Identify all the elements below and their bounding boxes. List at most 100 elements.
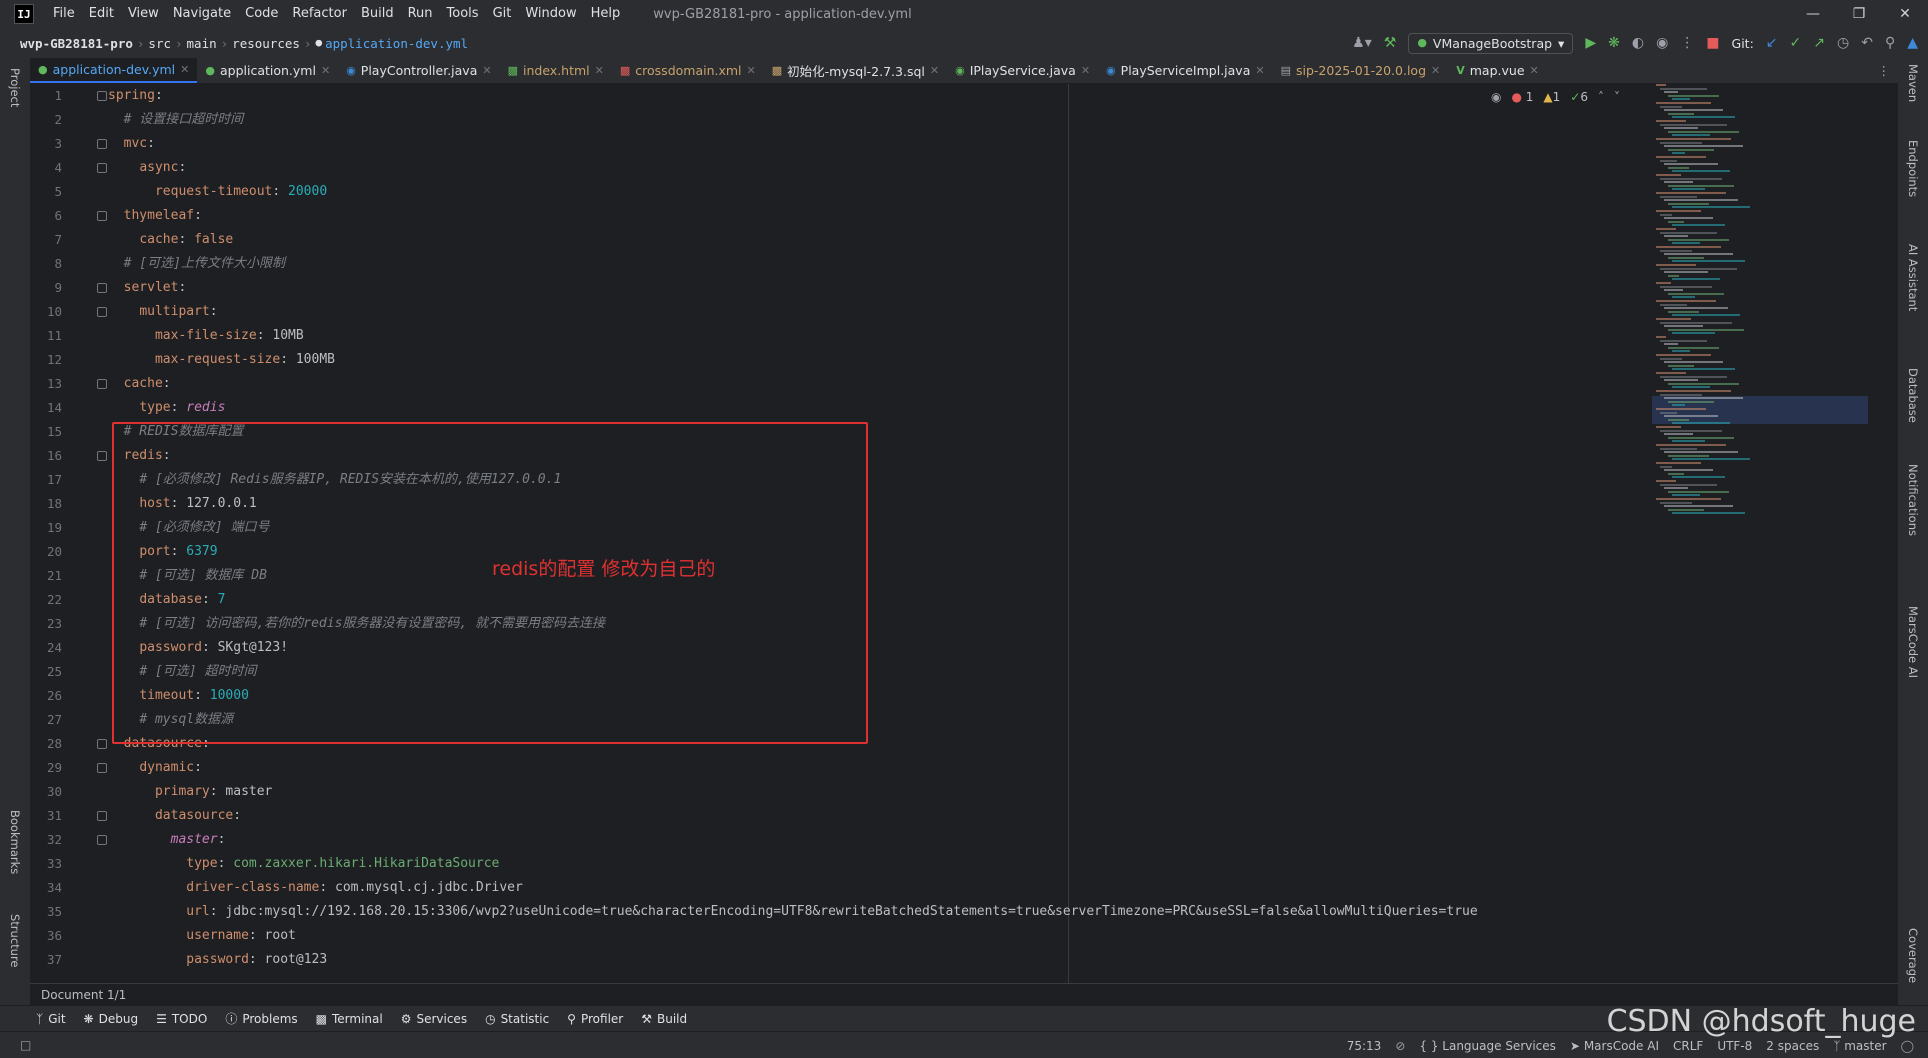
menu-run[interactable]: Run [401,0,440,28]
coverage-icon[interactable]: ◐ [1632,36,1644,50]
lock-icon[interactable]: ◯ [1901,1039,1914,1053]
maven-tool-button[interactable]: Maven [1906,64,1920,102]
caret-position[interactable]: 75:13 [1347,1039,1382,1053]
power-save-icon[interactable]: ⊘ [1395,1039,1405,1053]
code-line[interactable]: # [可选]上传文件大小限制 [108,252,285,276]
indent-widget[interactable]: 2 spaces [1766,1039,1819,1053]
debug-tool-button[interactable]: ❋ Debug [84,1012,139,1026]
line-number[interactable]: 2 [30,108,62,132]
line-number[interactable]: 11 [30,324,62,348]
statistic-tool-button[interactable]: ◷ Statistic [485,1012,549,1026]
line-number[interactable]: 9 [30,276,62,300]
fold-toggle-icon[interactable] [97,835,107,845]
git-update-icon[interactable]: ↙ [1766,36,1778,50]
code-line[interactable]: thymeleaf: [108,204,202,228]
close-tab-icon[interactable]: ✕ [482,64,491,77]
problems-tool-button[interactable]: ⓘ Problems [225,1010,297,1027]
breadcrumb-file[interactable]: application-dev.yml [325,36,468,51]
line-number[interactable]: 6 [30,204,62,228]
marscode-ai-tool-button[interactable]: MarsCode AI [1906,606,1920,678]
close-tab-icon[interactable]: ✕ [321,64,330,77]
menu-view[interactable]: View [121,0,166,28]
run-configuration-select[interactable]: ● VManageBootstrap ▾ [1408,32,1574,54]
code-line[interactable]: password: root@123 [108,948,327,972]
line-number[interactable]: 15 [30,420,62,444]
breadcrumb-main[interactable]: main [187,36,217,51]
profiler-tool-button[interactable]: ⚲ Profiler [567,1012,623,1026]
line-number[interactable]: 21 [30,564,62,588]
line-number[interactable]: 23 [30,612,62,636]
run-icon[interactable]: ▶ [1585,36,1596,50]
menu-help[interactable]: Help [584,0,628,28]
tab-crossdomain-xml[interactable]: ▩ crossdomain.xml ✕ [612,58,764,83]
line-number[interactable]: 27 [30,708,62,732]
services-tool-button[interactable]: ⚙ Services [401,1012,467,1026]
line-number[interactable]: 16 [30,444,62,468]
breadcrumb-resources[interactable]: resources [232,36,300,51]
line-number[interactable]: 10 [30,300,62,324]
git-tool-button[interactable]: ᛉ Git [36,1012,66,1026]
line-number[interactable]: 7 [30,228,62,252]
menu-file[interactable]: File [46,0,82,28]
language-services-widget[interactable]: { } Language Services [1419,1039,1556,1053]
line-number[interactable]: 18 [30,492,62,516]
close-tab-icon[interactable]: ✕ [930,64,939,77]
fold-toggle-icon[interactable] [97,451,107,461]
line-number[interactable]: 3 [30,132,62,156]
intellij-logo-icon[interactable]: IJ [14,4,34,24]
code-line[interactable]: url: jdbc:mysql://192.168.20.15:3306/wvp… [108,900,1477,924]
close-tab-icon[interactable]: ✕ [747,64,756,77]
code-line[interactable]: type: redis [108,396,225,420]
fold-toggle-icon[interactable] [97,283,107,293]
fold-toggle-icon[interactable] [97,811,107,821]
line-number[interactable]: 34 [30,876,62,900]
tab-playcontroller-java[interactable]: ◉ PlayController.java ✕ [338,58,499,83]
stop-icon[interactable]: ■ [1706,36,1719,50]
fold-toggle-icon[interactable] [97,739,107,749]
git-branch-widget[interactable]: ᛉ master [1833,1039,1886,1053]
code-line[interactable]: mvc: [108,132,155,156]
bookmarks-tool-button[interactable]: Bookmarks [8,810,22,874]
reader-mode-icon[interactable]: ◉ [1491,90,1501,104]
user-icon[interactable]: ♟▾ [1352,36,1372,50]
build-hammer-icon[interactable]: ⚒ [1384,36,1397,50]
tab-application-dev-yml[interactable]: ● application-dev.yml ✕ [30,58,198,83]
code-line[interactable]: primary: master [108,780,272,804]
line-number[interactable]: 25 [30,660,62,684]
line-separator-widget[interactable]: CRLF [1673,1039,1703,1053]
code-line[interactable]: dynamic: [108,756,202,780]
tab-options-menu[interactable]: ⋮ [1870,58,1899,83]
fold-toggle-icon[interactable] [97,307,107,317]
more-run-icon[interactable]: ⋮ [1680,36,1694,50]
line-number[interactable]: 22 [30,588,62,612]
fold-toggle-icon[interactable] [97,763,107,773]
profile-icon[interactable]: ◉ [1656,36,1668,50]
close-tab-icon[interactable]: ✕ [1255,64,1264,77]
menu-edit[interactable]: Edit [82,0,121,28]
minimize-icon[interactable]: — [1790,0,1836,28]
tab-sip-log[interactable]: ▤ sip-2025-01-20.0.log ✕ [1273,58,1449,83]
endpoints-tool-button[interactable]: Endpoints [1906,140,1920,197]
line-number[interactable]: 20 [30,540,62,564]
line-number[interactable]: 33 [30,852,62,876]
marscode-widget[interactable]: ➤ MarsCode AI [1570,1039,1659,1053]
notifications-tool-button[interactable]: Notifications [1906,464,1920,536]
line-number[interactable]: 35 [30,900,62,924]
close-tab-icon[interactable]: ✕ [595,64,604,77]
terminal-tool-button[interactable]: ▩ Terminal [316,1012,383,1026]
line-number[interactable]: 8 [30,252,62,276]
tab-index-html[interactable]: ▩ index.html ✕ [500,58,612,83]
line-number[interactable]: 36 [30,924,62,948]
restore-icon[interactable]: ❐ [1836,0,1882,28]
build-tool-button[interactable]: ⚒ Build [641,1012,687,1026]
line-number[interactable]: 28 [30,732,62,756]
code-editor[interactable]: 1 2 3 4 5 6 7 8 9 10 11 12 13 14 15 16 17 18 19 20 21 22 23 24 2… [30,84,1898,983]
line-number[interactable]: 14 [30,396,62,420]
breadcrumb-src[interactable]: src [148,36,171,51]
code-line[interactable]: cache: false [108,228,233,252]
code-line[interactable]: max-request-size: 100MB [108,348,335,372]
history-icon[interactable]: ◷ [1837,36,1849,50]
line-number[interactable]: 13 [30,372,62,396]
line-number[interactable]: 5 [30,180,62,204]
menu-build[interactable]: Build [354,0,401,28]
